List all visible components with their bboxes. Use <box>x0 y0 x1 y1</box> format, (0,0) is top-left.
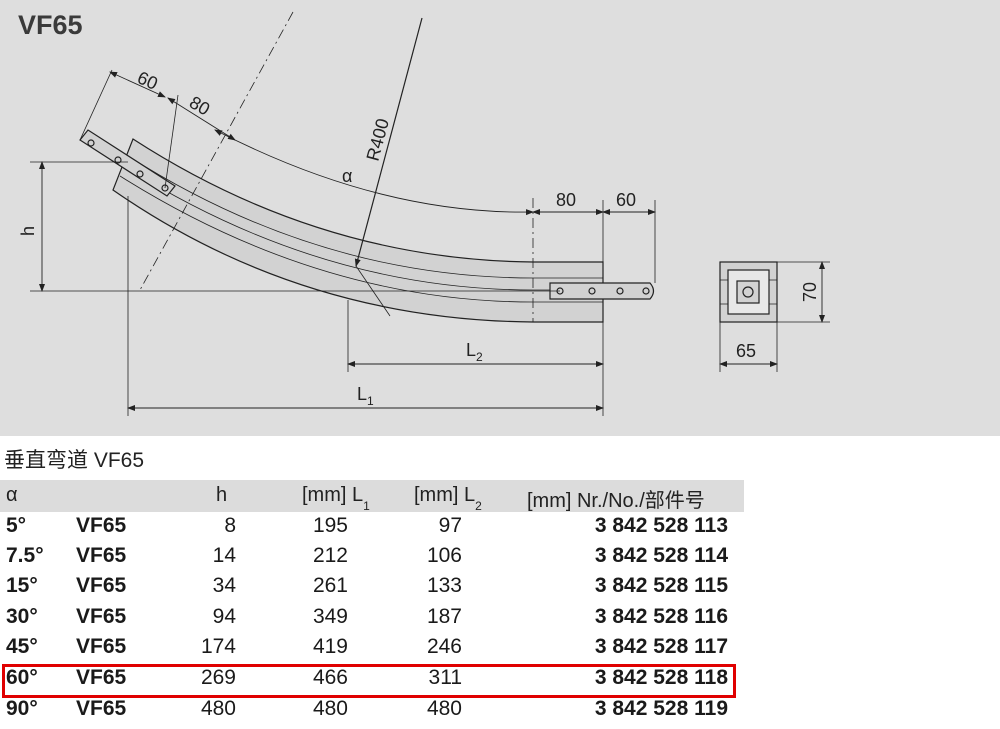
cell-l2: 246 <box>426 635 462 658</box>
cell-angle: 45° <box>6 635 38 658</box>
cell-angle: 7.5° <box>6 544 44 567</box>
cell-type: VF65 <box>76 635 127 658</box>
header-l2: [mm] L2 <box>414 484 482 513</box>
curve-drawing: 60 80 R400 α 80 60 h L2 L1 70 65 <box>18 11 830 416</box>
header-part: [mm] Nr./No./部件号 <box>527 490 705 512</box>
cell-type: VF65 <box>76 605 127 628</box>
page-title: VF65 <box>18 10 83 40</box>
cell-l1: 480 <box>312 697 348 720</box>
height-label: h <box>18 226 38 236</box>
cell-angle: 5° <box>6 514 27 537</box>
dim-60-right: 60 <box>616 190 636 210</box>
cell-h: 8 <box>224 514 236 537</box>
cell-angle: 90° <box>6 697 38 720</box>
angle-label: α <box>342 166 352 186</box>
cell-l2: 97 <box>438 514 462 537</box>
dim-80-right: 80 <box>556 190 576 210</box>
cell-part: 3 842 528 114 <box>594 544 728 567</box>
cell-h: 94 <box>212 605 236 628</box>
table-row: 5° VF65 8 195 97 3 842 528 113 <box>0 512 744 542</box>
cell-part: 3 842 528 113 <box>594 514 728 537</box>
l1-label: L1 <box>357 384 374 408</box>
table-row: 15° VF65 34 261 133 3 842 528 115 <box>0 572 744 602</box>
table-row: 45° VF65 174 419 246 3 842 528 117 <box>0 633 744 663</box>
cell-l1: 419 <box>312 635 348 658</box>
cell-part: 3 842 528 116 <box>594 605 728 628</box>
dim-60-top: 60 <box>134 67 160 93</box>
radius-label: R400 <box>363 116 393 163</box>
cell-part: 3 842 528 117 <box>594 635 728 658</box>
table-row: 90° VF65 480 480 480 3 842 528 119 <box>0 695 744 725</box>
cell-type: VF65 <box>76 574 127 597</box>
header-l1: [mm] L1 <box>302 484 370 513</box>
cell-l2: 133 <box>426 574 462 597</box>
cell-part: 3 842 528 119 <box>594 697 728 720</box>
technical-drawing: 60 80 R400 α 80 60 h L2 L1 70 65 VF65 <box>0 0 1000 436</box>
profile-width-label: 65 <box>736 341 756 361</box>
cell-l1: 261 <box>312 574 348 597</box>
cell-l2: 187 <box>426 605 462 628</box>
cell-type: VF65 <box>76 697 127 720</box>
profile-height-label: 70 <box>800 282 820 302</box>
table-header: α h [mm] L1 [mm] L2 [mm] Nr./No./部件号 <box>0 480 744 513</box>
table-row: 7.5° VF65 14 212 106 3 842 528 114 <box>0 542 744 572</box>
cell-l1: 349 <box>312 605 348 628</box>
table-caption: 垂直弯道 VF65 <box>4 449 145 472</box>
highlight-box <box>2 664 736 698</box>
cell-part: 3 842 528 115 <box>594 574 728 597</box>
spec-table: 垂直弯道 VF65 α h [mm] L1 [mm] L2 [mm] Nr./N… <box>0 436 744 729</box>
cell-type: VF65 <box>76 544 127 567</box>
header-h: h <box>216 484 228 506</box>
right-tab <box>549 282 655 300</box>
cell-h: 174 <box>200 635 236 658</box>
curve-body <box>112 138 604 323</box>
cell-h: 14 <box>212 544 236 567</box>
cell-h: 480 <box>200 697 236 720</box>
header-alpha: α <box>6 484 18 506</box>
cell-h: 34 <box>212 574 236 597</box>
table-row: 30° VF65 94 349 187 3 842 528 116 <box>0 603 744 633</box>
cell-l2: 480 <box>426 697 462 720</box>
cell-angle: 15° <box>6 574 38 597</box>
cell-type: VF65 <box>76 514 127 537</box>
cell-l1: 212 <box>312 544 348 567</box>
dim-80-top: 80 <box>186 92 213 119</box>
cell-l2: 106 <box>426 544 462 567</box>
cell-angle: 30° <box>6 605 38 628</box>
cell-l1: 195 <box>312 514 348 537</box>
l2-label: L2 <box>466 340 483 364</box>
